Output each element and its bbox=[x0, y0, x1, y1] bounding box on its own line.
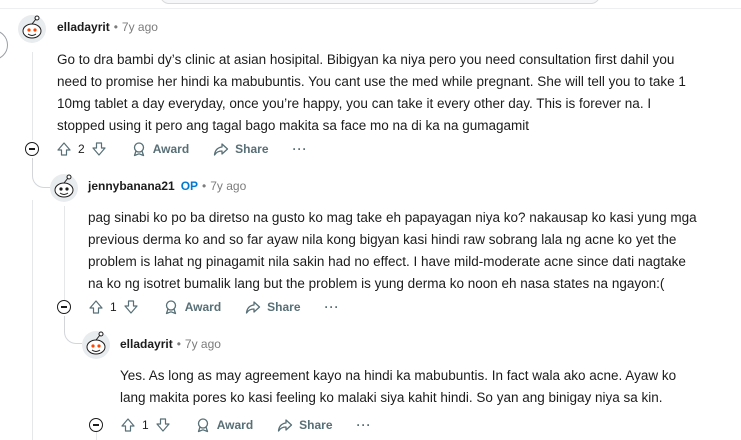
thread-line bbox=[32, 200, 33, 440]
comment-line: need to promise her hindi ka mabubuntis.… bbox=[57, 74, 686, 89]
upvote-arrow-icon[interactable] bbox=[120, 417, 136, 433]
thread-connector bbox=[32, 158, 50, 188]
collapse-minus-icon[interactable] bbox=[25, 142, 39, 156]
comment-line: 10mg tablet a day everyday, once you’re … bbox=[57, 96, 652, 111]
vote-score: 2 bbox=[78, 142, 85, 156]
comment-age[interactable]: 7y ago bbox=[210, 179, 246, 193]
comment-actions: 1 Award Share ··· bbox=[120, 413, 372, 437]
share-icon bbox=[278, 419, 293, 432]
avatar[interactable] bbox=[49, 171, 79, 203]
comment-line: Yes. As long as may agreement kayo na hi… bbox=[120, 368, 677, 383]
downvote-arrow-icon[interactable] bbox=[91, 141, 107, 157]
share-label: Share bbox=[299, 418, 333, 432]
comment-line: problem is lahat ng pinagamit nila sakin… bbox=[88, 254, 686, 269]
thread-line bbox=[32, 52, 33, 140]
award-icon bbox=[133, 142, 144, 157]
share-icon bbox=[246, 301, 261, 314]
snoo-avatar-icon bbox=[50, 174, 78, 202]
avatar[interactable] bbox=[17, 12, 47, 44]
thread-line bbox=[96, 432, 97, 440]
comment-actions: 1 Award Share ··· bbox=[88, 295, 340, 319]
award-icon bbox=[165, 300, 176, 315]
avatar[interactable] bbox=[81, 328, 111, 360]
comment-meta: elladayrit • 7y ago bbox=[57, 20, 158, 34]
vote-control: 1 bbox=[120, 417, 171, 433]
award-label: Award bbox=[152, 142, 190, 156]
comment-body: Go to dra bambi dy’s clinic at asian hos… bbox=[57, 49, 686, 137]
comment-line: na ko ng isotret bumalik lang but the pr… bbox=[88, 276, 665, 291]
more-icon[interactable]: ··· bbox=[357, 418, 372, 432]
more-icon[interactable]: ··· bbox=[293, 142, 308, 156]
author-name[interactable]: jennybanana21 bbox=[88, 179, 175, 193]
top-divider bbox=[0, 8, 741, 9]
vote-score: 1 bbox=[142, 418, 149, 432]
award-button[interactable]: Award bbox=[195, 417, 253, 433]
award-button[interactable]: Award bbox=[131, 141, 189, 157]
share-button[interactable]: Share bbox=[213, 141, 269, 157]
share-button[interactable]: Share bbox=[277, 417, 333, 433]
award-label: Award bbox=[184, 300, 222, 314]
downvote-arrow-icon[interactable] bbox=[155, 417, 171, 433]
top-input-edge bbox=[160, 0, 600, 4]
share-label: Share bbox=[267, 300, 301, 314]
comment-actions: 2 Award Share ··· bbox=[56, 137, 308, 161]
thread-connector bbox=[64, 316, 82, 344]
comment-meta: elladayrit • 7y ago bbox=[120, 337, 221, 351]
upvote-arrow-icon[interactable] bbox=[88, 299, 104, 315]
meta-separator: • bbox=[176, 337, 181, 351]
comment-line: previous derma ko and so far ayaw nila k… bbox=[88, 232, 677, 247]
collapse-minus-icon[interactable] bbox=[57, 300, 71, 314]
comment-body: Yes. As long as may agreement kayo na hi… bbox=[120, 365, 676, 409]
op-badge: OP bbox=[180, 179, 199, 193]
meta-separator: • bbox=[113, 20, 118, 34]
comment-body: pag sinabi ko po ba diretso na gusto ko … bbox=[88, 207, 697, 295]
share-icon bbox=[214, 143, 229, 156]
collapse-minus-icon[interactable] bbox=[89, 418, 103, 432]
comment-age[interactable]: 7y ago bbox=[185, 337, 221, 351]
comment-age[interactable]: 7y ago bbox=[122, 20, 158, 34]
comment-line: lang makita pores ko kasi feeling ko mal… bbox=[120, 390, 663, 405]
award-button[interactable]: Award bbox=[163, 299, 221, 315]
vote-control: 1 bbox=[88, 299, 139, 315]
author-name[interactable]: elladayrit bbox=[120, 337, 173, 351]
snoo-avatar-icon bbox=[82, 331, 110, 359]
share-button[interactable]: Share bbox=[245, 299, 301, 315]
meta-separator: • bbox=[202, 179, 207, 193]
award-icon bbox=[197, 418, 208, 433]
vote-score: 1 bbox=[110, 300, 117, 314]
thread-line bbox=[64, 206, 65, 306]
more-icon[interactable]: ··· bbox=[325, 300, 340, 314]
author-name[interactable]: elladayrit bbox=[57, 20, 110, 34]
snoo-avatar-icon bbox=[18, 15, 46, 43]
share-label: Share bbox=[235, 142, 269, 156]
award-label: Award bbox=[216, 418, 254, 432]
downvote-arrow-icon[interactable] bbox=[123, 299, 139, 315]
parent-thread-arc bbox=[0, 30, 8, 60]
upvote-arrow-icon[interactable] bbox=[56, 141, 72, 157]
comment-line: stopped using it pero ang tagal bago mak… bbox=[57, 118, 530, 133]
comment-line: pag sinabi ko po ba diretso na gusto ko … bbox=[88, 210, 697, 225]
vote-control: 2 bbox=[56, 141, 107, 157]
comment-meta: jennybanana21 OP • 7y ago bbox=[88, 179, 246, 193]
comment-line: Go to dra bambi dy’s clinic at asian hos… bbox=[57, 52, 675, 67]
